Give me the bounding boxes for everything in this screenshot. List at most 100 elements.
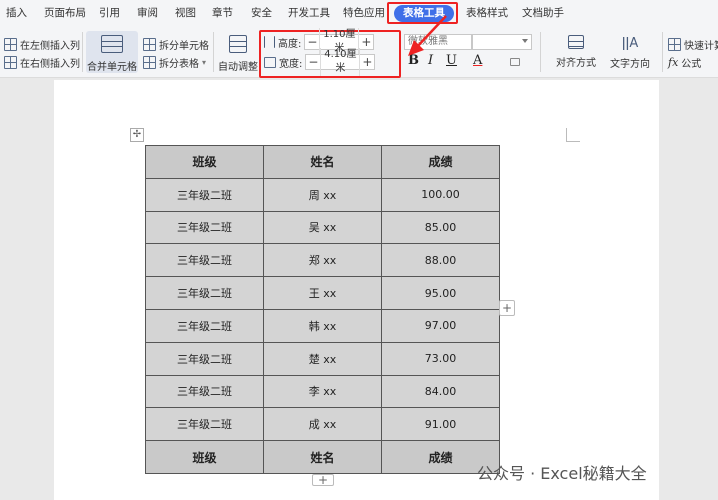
ribbon-divider [662, 32, 663, 72]
col-width-control: 宽度: − 4.10厘米 + [264, 48, 376, 76]
table-cell[interactable]: 王 xx [263, 276, 382, 310]
table-cell[interactable]: 李 xx [263, 374, 382, 409]
align-button[interactable]: 对齐方式 [552, 35, 600, 69]
calculator-icon [668, 38, 681, 51]
table-cell[interactable]: 88.00 [381, 243, 500, 278]
insert-col-right-icon [4, 56, 17, 69]
width-input[interactable]: 4.10厘米 [320, 48, 361, 76]
table-cell[interactable]: 84.00 [381, 374, 500, 409]
highlight-icon[interactable] [510, 58, 520, 66]
tab-doc-assistant[interactable]: 文档助手 [522, 5, 564, 22]
tab-view[interactable]: 视图 [175, 5, 196, 22]
table-cell[interactable]: 吴 xx [263, 210, 382, 245]
quick-calc-label: 快速计算 [684, 41, 718, 52]
header-cell[interactable]: 成绩 [381, 145, 500, 179]
table-cell[interactable]: 三年级二班 [145, 177, 264, 212]
tab-developer[interactable]: 开发工具 [288, 5, 330, 22]
insert-right-col-label: 在右侧插入列 [20, 59, 80, 70]
row-height-icon [264, 36, 275, 48]
footer-cell[interactable]: 姓名 [263, 440, 382, 474]
auto-fit-icon [229, 35, 247, 53]
tab-security[interactable]: 安全 [251, 5, 272, 22]
table-cell[interactable]: 三年级二班 [145, 407, 264, 442]
tab-page-layout[interactable]: 页面布局 [44, 5, 86, 22]
annotation-arrow [408, 15, 447, 56]
table-row: 三年级二班 李 xx 84.00 [145, 374, 500, 409]
table-cell[interactable]: 三年级二班 [145, 276, 264, 310]
width-label: 宽度: [279, 58, 303, 70]
table-row: 三年级二班 王 xx 95.00 [145, 276, 500, 310]
merge-cells-icon [101, 35, 123, 53]
table-row: 三年级二班 韩 xx 97.00 [145, 308, 500, 343]
merge-cells-label: 合并单元格 [87, 62, 137, 73]
table-cell[interactable]: 97.00 [381, 308, 500, 343]
split-cells-label: 拆分单元格 [159, 41, 209, 52]
table-cell[interactable]: 周 xx [263, 177, 382, 212]
table-cell[interactable]: 三年级二班 [145, 374, 264, 409]
table-cell[interactable]: 73.00 [381, 341, 500, 376]
table-cell[interactable]: 85.00 [381, 210, 500, 245]
auto-fit-button[interactable]: 自动调整 [218, 35, 258, 73]
footer-cell[interactable]: 班级 [145, 440, 264, 474]
table-cell[interactable]: 郑 xx [263, 243, 382, 278]
insert-col-left-icon [4, 38, 17, 51]
text-direction-button[interactable]: ǀǀA 文字方向 [606, 35, 654, 70]
font-size-select[interactable] [472, 34, 532, 50]
split-cells-icon [143, 38, 156, 51]
table-cell[interactable]: 成 xx [263, 407, 382, 442]
insert-right-col-button[interactable]: 在右侧插入列 [4, 55, 80, 70]
tab-insert[interactable]: 插入 [6, 5, 27, 22]
tab-review[interactable]: 审阅 [137, 5, 158, 22]
table-cell[interactable]: 韩 xx [263, 308, 382, 343]
insert-left-col-button[interactable]: 在左侧插入列 [4, 37, 80, 52]
header-cell[interactable]: 班级 [145, 145, 264, 179]
tab-references[interactable]: 引用 [99, 5, 120, 22]
menu-bar: 插入 页面布局 引用 审阅 视图 章节 安全 开发工具 特色应用 表格工具 表格… [0, 0, 718, 26]
table-cell[interactable]: 楚 xx [263, 341, 382, 376]
table-cell[interactable]: 95.00 [381, 276, 500, 310]
table-cell[interactable]: 三年级二班 [145, 341, 264, 376]
col-width-icon [264, 56, 276, 68]
split-table-label: 拆分表格 [159, 59, 199, 70]
width-increase-button[interactable]: + [360, 55, 374, 69]
table-row: 三年级二班 周 xx 100.00 [145, 177, 500, 212]
align-label: 对齐方式 [556, 58, 596, 69]
width-decrease-button[interactable]: − [306, 55, 320, 69]
page-corner-mark [566, 128, 580, 142]
chevron-down-icon [522, 39, 528, 43]
formula-icon: fx [668, 56, 679, 69]
split-table-button[interactable]: 拆分表格 ▾ [143, 55, 206, 70]
font-color-button[interactable]: A [473, 53, 482, 68]
height-decrease-button[interactable]: − [305, 35, 319, 49]
text-direction-label: 文字方向 [610, 59, 650, 70]
height-increase-button[interactable]: + [359, 35, 373, 49]
merge-cells-button[interactable]: 合并单元格 [86, 31, 138, 73]
table-move-handle[interactable]: ✢ [130, 128, 144, 142]
formula-button[interactable]: fx 公式 [668, 55, 701, 70]
height-label: 高度: [278, 38, 302, 50]
quick-calc-button[interactable]: 快速计算 [668, 37, 718, 52]
tab-features[interactable]: 特色应用 [343, 5, 385, 22]
watermark: 公众号 · Excel秘籍大全 [477, 464, 647, 483]
table-row: 三年级二班 郑 xx 88.00 [145, 243, 500, 278]
table-cell[interactable]: 三年级二班 [145, 308, 264, 343]
split-table-icon [143, 56, 156, 69]
table-cell[interactable]: 三年级二班 [145, 243, 264, 278]
table-cell[interactable]: 100.00 [381, 177, 500, 212]
tab-table-style[interactable]: 表格样式 [466, 5, 508, 22]
ribbon-divider [82, 32, 83, 72]
align-icon [568, 35, 584, 49]
add-column-button[interactable]: + [499, 300, 515, 316]
table-cell[interactable]: 91.00 [381, 407, 500, 442]
header-cell[interactable]: 姓名 [263, 145, 382, 179]
chevron-down-icon: ▾ [202, 58, 207, 67]
ribbon-divider [213, 32, 214, 72]
table-row: 三年级二班 楚 xx 73.00 [145, 341, 500, 376]
grade-table: 班级 姓名 成绩 三年级二班 周 xx 100.00 三年级二班 吴 xx 85… [145, 145, 500, 474]
table-cell[interactable]: 三年级二班 [145, 210, 264, 245]
split-cells-button[interactable]: 拆分单元格 [143, 37, 209, 52]
tab-chapter[interactable]: 章节 [212, 5, 233, 22]
auto-fit-label: 自动调整 [218, 62, 258, 73]
add-row-button[interactable]: + [312, 474, 334, 486]
table-header-row: 班级 姓名 成绩 [145, 145, 500, 179]
